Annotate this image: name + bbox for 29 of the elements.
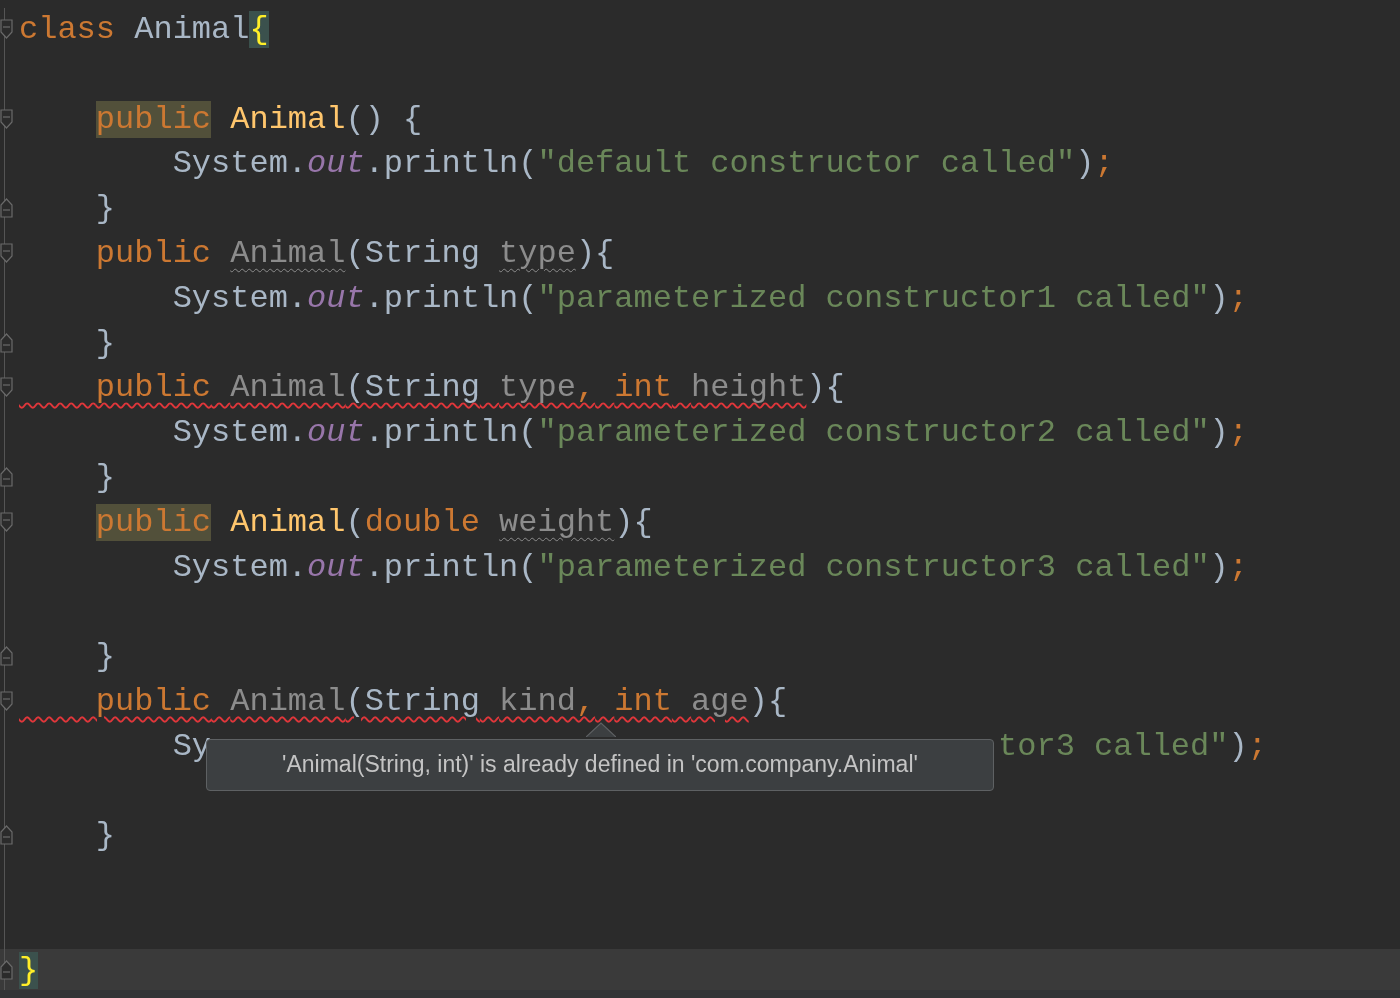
fold-icon[interactable] (0, 242, 14, 264)
tooltip-pointer (586, 721, 616, 737)
code-line: System.out.println("parameterized constructor1 called"); (171, 278, 1248, 319)
code-line: public Animal(String type, int height){ (94, 368, 845, 409)
fold-icon[interactable] (0, 197, 14, 220)
code-line: class Animal{ (19, 10, 269, 50)
code-line: public Animal() { (94, 99, 423, 140)
fold-icon[interactable] (0, 18, 14, 40)
code-line: System.out.println("parameterized constructor2 called"); (171, 413, 1248, 454)
code-line: public Animal(double weight){ (94, 502, 653, 543)
fold-icon[interactable] (0, 331, 14, 354)
fold-icon[interactable] (0, 958, 14, 981)
fold-icon[interactable] (0, 689, 14, 712)
code-line: System.out.println("parameterized constructor3 called"); (171, 547, 1248, 588)
fold-icon[interactable] (0, 465, 14, 488)
code-line: } (94, 189, 115, 230)
code-line: public Animal(String type){ (94, 234, 615, 274)
fold-icon[interactable] (0, 376, 14, 399)
code-line: } (94, 457, 115, 498)
code-line: public Animal(String kind, int age){ (94, 681, 788, 722)
fold-icon[interactable] (0, 645, 14, 668)
code-line: } (94, 323, 115, 364)
fold-icon[interactable] (0, 510, 14, 533)
code-line: tor3 called"); (998, 726, 1267, 767)
fold-icon[interactable] (0, 824, 14, 847)
fold-icon[interactable] (0, 107, 14, 130)
code-line: System.out.println("default constructor called"); (171, 144, 1114, 185)
code-line: } (94, 816, 115, 857)
code-line: } (94, 637, 115, 678)
